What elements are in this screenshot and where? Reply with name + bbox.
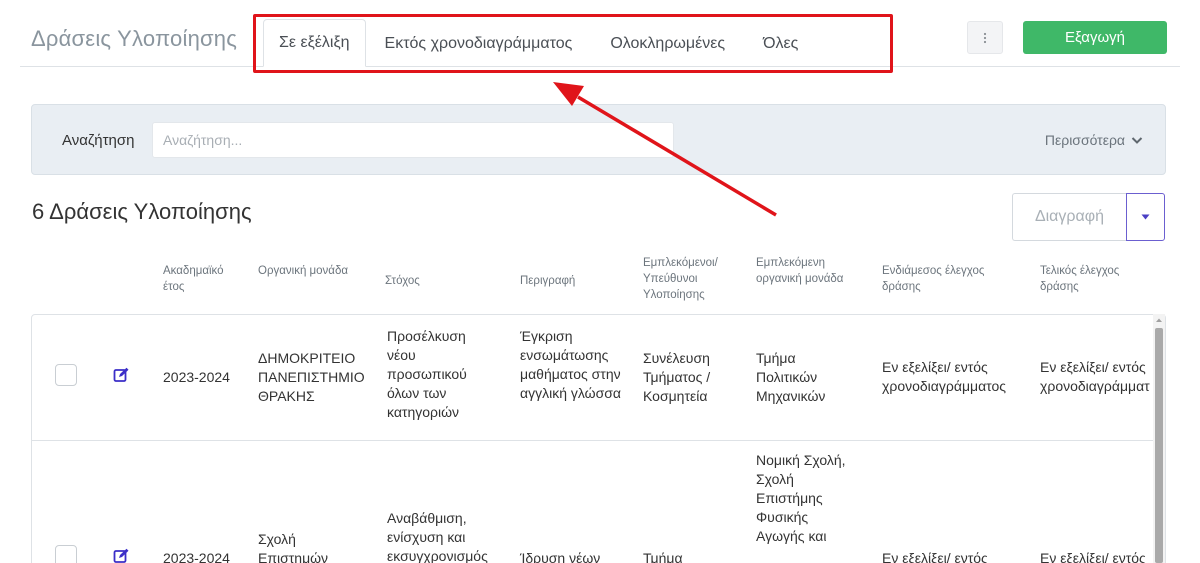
cell-description: Ίδρυση νέων xyxy=(520,550,601,563)
delete-button[interactable]: Διαγραφή xyxy=(1012,193,1126,241)
cell-involved-unit: Τμήμα Πολιτικών Μηχανικών xyxy=(756,350,826,404)
tab-in-progress[interactable]: Σε εξέλιξη xyxy=(263,19,366,67)
column-header-involved-unit[interactable]: Εμπλεκόμενη οργανική μονάδα xyxy=(756,255,846,287)
cell-interim-check: Εν εξελίξει/ εντός χρονοδιαγράμματος xyxy=(882,359,1007,394)
cell-responsible: Τμήμα xyxy=(643,550,683,563)
cell-academic-year: 2023-2024 xyxy=(163,550,230,563)
caret-down-icon xyxy=(1141,214,1150,220)
search-label: Αναζήτηση xyxy=(62,132,135,149)
more-filters-label: Περισσότερα xyxy=(1044,132,1125,148)
header-divider xyxy=(20,66,1180,67)
column-header-final-check[interactable]: Τελικός έλεγχος δράσης xyxy=(1040,263,1150,295)
cell-interim-check: Εν εξελίξει/ εντός xyxy=(882,550,988,563)
more-options-button[interactable] xyxy=(967,21,1003,54)
column-header-description[interactable]: Περιγραφή xyxy=(520,273,620,289)
scroll-up-icon[interactable] xyxy=(1155,316,1163,324)
cell-academic-year: 2023-2024 xyxy=(163,369,230,385)
more-vertical-icon xyxy=(983,32,987,43)
tab-all[interactable]: Όλες xyxy=(744,21,817,66)
cell-involved-unit: Νομική Σχολή, Σχολή Επιστήμης Φυσικής Αγ… xyxy=(756,452,846,544)
column-header-org-unit[interactable]: Οργανική μονάδα xyxy=(258,263,353,279)
search-panel: Αναζήτηση Περισσότερα xyxy=(31,104,1166,175)
delete-dropdown-toggle[interactable] xyxy=(1126,193,1165,241)
edit-icon[interactable] xyxy=(113,367,129,383)
table-scrollbar-thumb[interactable] xyxy=(1155,328,1163,563)
tab-off-schedule[interactable]: Εκτός χρονοδιαγράμματος xyxy=(366,21,592,66)
tab-completed[interactable]: Ολοκληρωμένες xyxy=(591,21,744,66)
chevron-down-icon xyxy=(1131,136,1143,144)
column-header-goal[interactable]: Στόχος xyxy=(385,273,485,289)
cell-final-check: Εν εξελίξει/ εντός xyxy=(1040,550,1146,563)
edit-icon[interactable] xyxy=(113,548,129,563)
search-input[interactable] xyxy=(152,122,674,158)
export-button[interactable]: Εξαγωγή xyxy=(1023,21,1167,54)
cell-final-check: Εν εξελίξει/ εντός χρονοδιαγράμματος xyxy=(1040,358,1150,396)
results-count-title: 6 Δράσεις Υλοποίησης xyxy=(32,199,252,224)
page-title: Δράσεις Υλοποίησης xyxy=(31,26,238,51)
row-select-checkbox[interactable] xyxy=(55,545,77,563)
more-filters-toggle[interactable]: Περισσότερα xyxy=(1045,132,1143,148)
cell-org-unit: Σχολή Επιστημών xyxy=(258,531,329,563)
cell-org-unit: ΔΗΜΟΚΡΙΤΕΙΟ ΠΑΝΕΠΙΣΤΗΜΙΟ ΘΡΑΚΗΣ xyxy=(258,350,365,404)
column-header-interim-check[interactable]: Ενδιάμεσος έλεγχος δράσης xyxy=(882,263,1012,295)
cell-responsible: Συνέλευση Τμήματος / Κοσμητεία xyxy=(643,350,711,404)
cell-final-check-text: Εν εξελίξει/ εντός χρονοδιαγράμματος xyxy=(1040,359,1150,394)
cell-goal: Αναβάθμιση, ενίσχυση και εκσυγχρονισμός xyxy=(387,510,488,563)
column-header-responsible[interactable]: Εμπλεκόμενοι/ Υπεύθυνοι Υλοποίησης xyxy=(643,255,731,303)
row-select-checkbox[interactable] xyxy=(55,364,77,386)
row-divider xyxy=(31,440,1156,441)
status-tabs: Σε εξέλιξη Εκτός χρονοδιαγράμματος Ολοκλ… xyxy=(263,18,817,67)
cell-goal: Προσέλκυση νέου προσωπικού όλων των κατη… xyxy=(387,328,467,420)
column-header-academic-year[interactable]: Ακαδημαϊκό έτος xyxy=(163,263,224,295)
cell-description: Έγκριση ενσωμάτωσης μαθήματος στην αγγλι… xyxy=(520,328,621,401)
